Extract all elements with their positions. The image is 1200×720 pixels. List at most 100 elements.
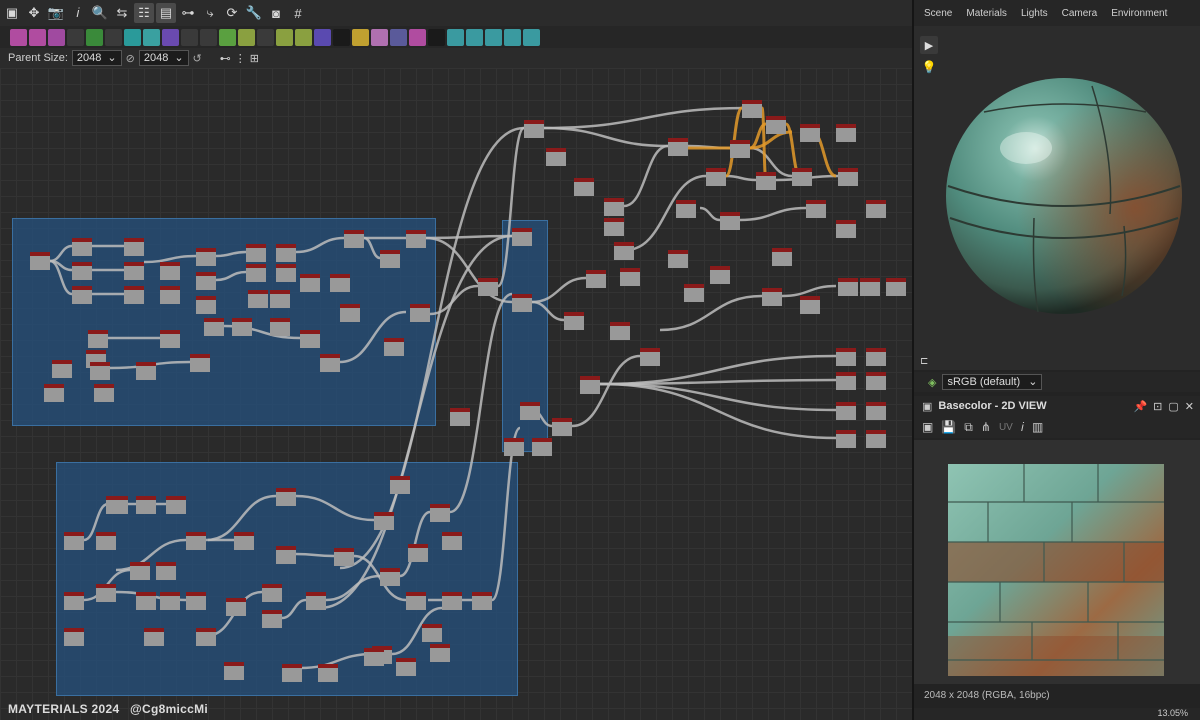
tab-environment[interactable]: Environment [1111,8,1167,19]
graph-node[interactable] [512,228,532,246]
height-node-icon[interactable] [485,28,502,46]
output-node-icon[interactable] [447,28,464,46]
graph-node[interactable] [838,278,858,296]
graph-node[interactable] [96,532,116,550]
select-icon[interactable]: ▣ [2,3,22,23]
graph-node[interactable] [706,168,726,186]
graph-node[interactable] [430,644,450,662]
graph-node[interactable] [282,664,302,682]
graph-node[interactable] [442,592,462,610]
mask-node-icon[interactable] [276,28,293,46]
info-icon[interactable]: 𝑖 [68,3,88,23]
graph-node[interactable] [156,562,176,580]
fit-icon[interactable]: ▣ [922,420,933,434]
graph-node[interactable] [64,532,84,550]
link-icon[interactable]: ⇆ [112,3,132,23]
graph-node[interactable] [620,268,640,286]
graph-node[interactable] [344,230,364,248]
graph-node[interactable] [756,172,776,190]
graph-node[interactable] [160,330,180,348]
graph-node[interactable] [88,330,108,348]
graph-node[interactable] [886,278,906,296]
save-icon[interactable]: 💾 [941,420,956,434]
graph-node[interactable] [800,124,820,142]
graph-node[interactable] [160,592,180,610]
bitmap-node-icon[interactable] [428,28,445,46]
graph-node[interactable] [186,532,206,550]
layout-icon[interactable]: ☷ [134,3,154,23]
graph-node[interactable] [430,504,450,522]
circle-node-icon[interactable] [162,28,179,46]
frame-icon[interactable]: ◙ [266,3,286,23]
node-graph[interactable]: MAYTERIALS 2024 @Cg8miccMi [0,68,912,720]
blur-node-icon[interactable] [105,28,122,46]
graph-node[interactable] [108,496,128,514]
graph-node[interactable] [866,430,886,448]
graph-node[interactable] [866,200,886,218]
graph-node[interactable] [564,312,584,330]
graph-node[interactable] [720,212,740,230]
graph-node[interactable] [52,360,72,378]
graph-node[interactable] [532,438,552,456]
graph-node[interactable] [442,532,462,550]
graph-node[interactable] [262,584,282,602]
graph-node[interactable] [196,296,216,314]
graph-node[interactable] [472,592,492,610]
graph-node[interactable] [504,438,524,456]
graph-node[interactable] [136,592,156,610]
graph-node[interactable] [276,244,296,262]
graph-node[interactable] [246,244,266,262]
graph-node[interactable] [836,124,856,142]
graph-node[interactable] [450,408,470,426]
graph-node[interactable] [90,362,110,380]
3d-viewport[interactable]: ▶ 💡 ⊏ [914,26,1200,370]
noise-node-icon[interactable] [333,28,350,46]
graph-node[interactable] [72,262,92,280]
layers-icon[interactable]: ⊏ [920,356,928,367]
wrench-icon[interactable]: 🔧 [244,3,264,23]
graph-node[interactable] [836,348,856,366]
copy-icon[interactable]: ⧉ [964,420,973,435]
2d-view[interactable] [914,440,1200,684]
share-icon[interactable]: ⋔ [981,420,991,434]
graph-node[interactable] [586,270,606,288]
close-icon[interactable]: ✕ [1185,400,1194,413]
zoom-readout[interactable]: 13.05% [1157,708,1188,718]
levels-node-icon[interactable] [238,28,255,46]
graph-node[interactable] [364,648,384,666]
graph-node[interactable] [866,348,886,366]
graph-node[interactable] [406,592,426,610]
link-size-icon[interactable]: ⊘ [126,52,135,65]
transform-node-icon[interactable] [143,28,160,46]
graph-node[interactable] [604,198,624,216]
graph-node[interactable] [196,248,216,266]
graph-node[interactable] [136,362,156,380]
graph-node[interactable] [374,512,394,530]
graph-node[interactable] [248,290,268,308]
graph-node[interactable] [124,238,144,256]
parent-size-height-select[interactable]: 2048 ⌄ [138,50,189,66]
fill-node-icon[interactable] [409,28,426,46]
grid-icon[interactable]: # [288,3,308,23]
graph-node[interactable] [580,376,600,394]
color-node-icon[interactable] [314,28,331,46]
graph-node[interactable] [684,284,704,302]
graph-node[interactable] [270,318,290,336]
shape-node-icon[interactable] [200,28,217,46]
graph-node[interactable] [838,168,858,186]
node-align-icon[interactable]: ⊷ [220,52,231,65]
graph-node[interactable] [604,218,624,236]
drop-node-icon[interactable] [48,28,65,46]
graph-node[interactable] [390,476,410,494]
node-snap-icon[interactable]: ⊞ [250,52,259,65]
pin-icon[interactable]: 📌 [1133,400,1147,413]
graph-node[interactable] [30,252,50,270]
histogram-node-icon[interactable] [295,28,312,46]
graph-node[interactable] [546,148,566,166]
graph-node[interactable] [406,230,426,248]
graph-node[interactable] [130,562,150,580]
graph-node[interactable] [640,348,660,366]
graph-node[interactable] [836,220,856,238]
graph-node[interactable] [676,200,696,218]
graph-node[interactable] [166,496,186,514]
